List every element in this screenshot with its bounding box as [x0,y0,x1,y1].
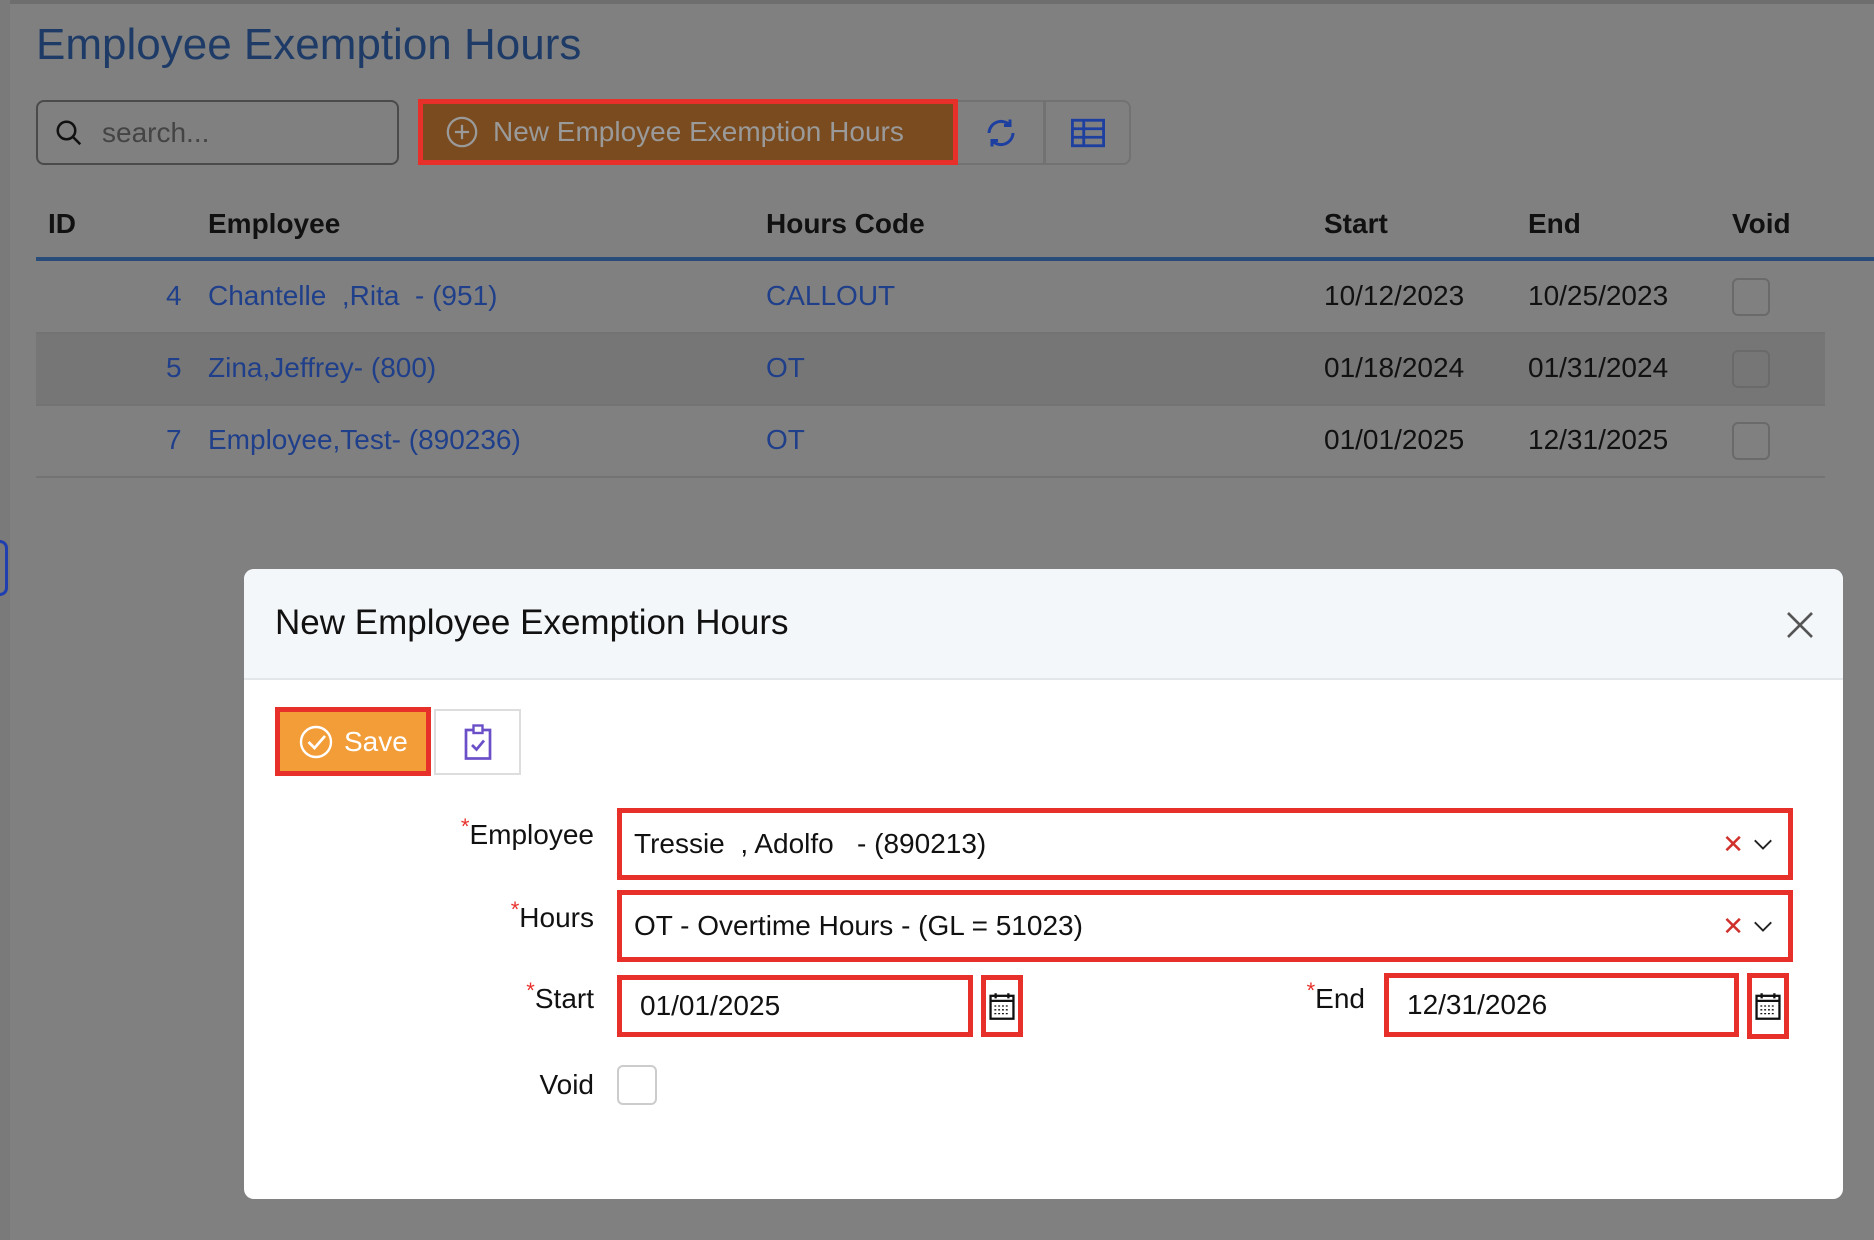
page-title: Employee Exemption Hours [36,20,582,69]
row-employee-link[interactable]: Employee,Test- (890236) [208,424,521,456]
end-label: *End [1306,978,1365,1014]
search-placeholder: search... [102,116,210,148]
clear-icon[interactable]: ✕ [1722,829,1744,860]
clipboard-check-icon [464,724,491,760]
new-exemption-dialog: New Employee Exemption Hours Save *Emplo… [244,569,1843,1199]
left-edge [0,0,10,1240]
grid-view-button[interactable] [1044,100,1131,165]
row-end: 01/31/2024 [1528,352,1669,383]
hours-label: *Hours [510,897,594,933]
row-start: 01/01/2025 [1324,424,1465,455]
table-row[interactable]: 7 Employee,Test- (890236) OT 01/01/2025 … [36,406,1825,478]
chevron-down-icon[interactable] [1750,915,1776,937]
search-icon [56,120,82,145]
col-header-start[interactable]: Start [1324,208,1388,240]
col-header-id[interactable]: ID [48,208,76,240]
plus-circle-icon [446,116,478,148]
col-header-void[interactable]: Void [1732,208,1791,240]
start-label: *Start [526,978,594,1014]
row-hours-code-link[interactable]: CALLOUT [766,280,895,312]
close-icon[interactable] [1784,609,1816,641]
hours-value: OT - Overtime Hours - (GL = 51023) [634,910,1083,941]
chevron-down-icon[interactable] [1750,833,1776,855]
row-id: 7 [166,424,182,455]
void-label: Void [539,1069,595,1100]
employee-label: *Employee [460,814,594,850]
check-circle-icon [299,725,333,758]
save-label: Save [344,725,408,757]
employee-select[interactable]: Tressie , Adolfo - (890213) ✕ [617,808,1793,880]
end-date-input[interactable]: 12/31/2026 [1384,973,1739,1037]
header-divider [36,257,1874,261]
col-header-employee[interactable]: Employee [208,208,340,240]
row-employee-link[interactable]: Zina,Jeffrey- (800) [208,352,436,384]
void-checkbox[interactable] [617,1065,657,1105]
row-employee-link[interactable]: Chantelle ,Rita - (951) [208,280,497,312]
calendar-icon [1755,993,1781,1020]
row-start: 10/12/2023 [1324,280,1465,311]
row-id: 5 [166,352,182,383]
dialog-header: New Employee Exemption Hours [244,569,1843,680]
row-void-checkbox[interactable] [1732,350,1770,388]
save-button[interactable]: Save [275,707,431,776]
row-void-checkbox[interactable] [1732,278,1770,316]
clear-icon[interactable]: ✕ [1722,911,1744,942]
row-id: 4 [166,280,182,311]
row-start: 01/18/2024 [1324,352,1465,383]
row-hours-code-link[interactable]: OT [766,352,805,384]
row-end: 10/25/2023 [1528,280,1669,311]
new-exemption-button[interactable]: New Employee Exemption Hours [418,99,958,165]
calendar-icon [989,993,1015,1020]
col-header-end[interactable]: End [1528,208,1581,240]
row-void-checkbox[interactable] [1732,422,1770,460]
refresh-icon [987,119,1014,146]
new-exemption-label: New Employee Exemption Hours [493,116,904,147]
end-value: 12/31/2026 [1407,989,1548,1020]
end-calendar-button[interactable] [1747,973,1789,1039]
top-border [0,0,1874,4]
side-tab-handle[interactable] [0,540,8,596]
start-calendar-button[interactable] [981,975,1023,1037]
start-date-input[interactable]: 01/01/2025 [617,975,973,1037]
hours-select[interactable]: OT - Overtime Hours - (GL = 51023) ✕ [617,890,1793,962]
col-header-hours-code[interactable]: Hours Code [766,208,925,240]
refresh-button[interactable] [958,100,1045,165]
row-end: 12/31/2025 [1528,424,1669,455]
row-hours-code-link[interactable]: OT [766,424,805,456]
search-input[interactable]: search... [36,100,399,165]
table-row[interactable]: 5 Zina,Jeffrey- (800) OT 01/18/2024 01/3… [36,334,1825,406]
table-icon [1070,118,1105,147]
validate-button[interactable] [434,709,521,775]
dialog-title: New Employee Exemption Hours [275,603,789,642]
table-row[interactable]: 4 Chantelle ,Rita - (951) CALLOUT 10/12/… [36,262,1825,334]
start-value: 01/01/2025 [640,990,781,1021]
employee-value: Tressie , Adolfo - (890213) [634,828,987,859]
